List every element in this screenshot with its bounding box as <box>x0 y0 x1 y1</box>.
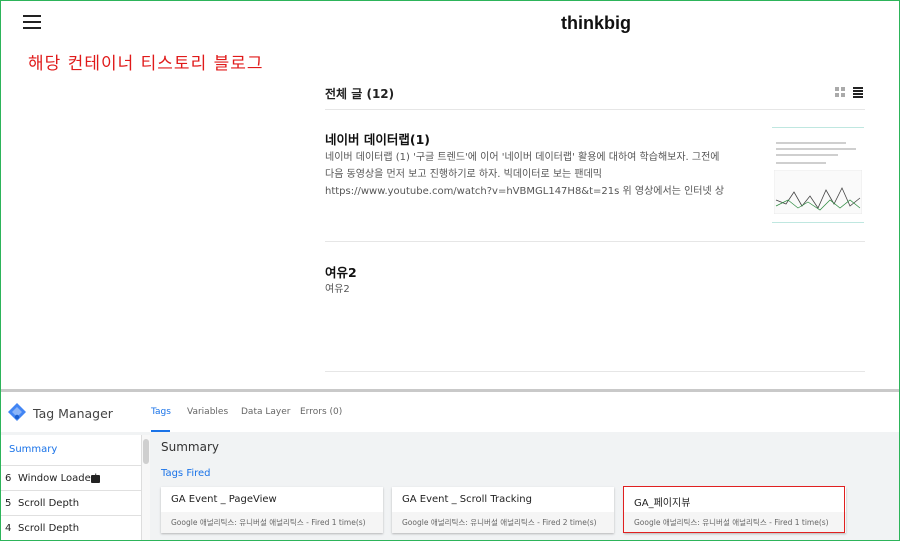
app-name: Tag Manager <box>33 406 113 421</box>
tag-card[interactable]: GA Event _ Scroll Tracking Google 애널리틱스:… <box>392 487 614 533</box>
post-title[interactable]: 네이버 데이터랩(1) <box>325 129 430 148</box>
event-summary-label: Summary <box>9 444 58 455</box>
tab-tags[interactable]: Tags <box>151 407 171 417</box>
post-excerpt[interactable]: 여유2 <box>325 281 725 298</box>
summary-title: Summary <box>161 440 219 454</box>
tab-errors[interactable]: Errors (0) <box>300 407 342 417</box>
tag-card-subtitle: Google 애널리틱스: 유니버설 애널리틱스 - Fired 2 time(… <box>402 518 597 527</box>
tag-card-subtitle: Google 애널리틱스: 유니버설 애널리틱스 - Fired 1 time(… <box>171 518 366 527</box>
post-excerpt[interactable]: 네이버 데이터랩 (1) '구글 트렌드'에 이어 '네이버 데이터랩' 활용에… <box>325 149 725 200</box>
list-view-icon[interactable] <box>853 87 863 98</box>
code-icon <box>91 475 100 483</box>
event-list: Summary 6 Window Loaded 5 Scroll Depth 4… <box>1 435 141 540</box>
event-summary-item[interactable]: Summary <box>1 435 141 465</box>
event-number: 6 <box>5 473 12 484</box>
event-item[interactable]: 6 Window Loaded <box>1 465 141 490</box>
annotation-text: 해당 컨테이너 티스토리 블로그 <box>28 54 264 74</box>
tag-card-title: GA Event _ PageView <box>171 494 277 505</box>
tag-card-title: GA Event _ Scroll Tracking <box>402 494 532 505</box>
event-name: Scroll Depth <box>18 523 80 534</box>
post-thumbnail[interactable] <box>772 127 864 223</box>
gtm-header: Tag Manager Tags Variables Data Layer Er… <box>1 392 899 432</box>
tags-fired-heading: Tags Fired <box>161 468 211 479</box>
divider <box>325 109 865 110</box>
event-item[interactable]: 5 Scroll Depth <box>1 490 141 515</box>
divider <box>325 371 865 372</box>
scrollbar[interactable] <box>141 435 150 540</box>
post-title[interactable]: 여유2 <box>325 262 357 281</box>
tab-data-layer[interactable]: Data Layer <box>241 407 290 417</box>
post-list-header: 전체 글 (12) <box>325 87 395 101</box>
blog-page: thinkbig 해당 컨테이너 티스토리 블로그 전체 글 (12) 네이버 … <box>1 1 899 389</box>
event-name: Scroll Depth <box>18 498 80 509</box>
screenshot-frame: thinkbig 해당 컨테이너 티스토리 블로그 전체 글 (12) 네이버 … <box>0 0 900 541</box>
event-number: 5 <box>5 498 12 509</box>
grid-view-icon[interactable] <box>835 87 845 97</box>
event-number: 4 <box>5 523 12 534</box>
highlight-box <box>623 486 845 533</box>
event-name: Window Loaded <box>18 473 98 484</box>
tab-variables[interactable]: Variables <box>187 407 228 417</box>
tag-card[interactable]: GA Event _ PageView Google 애널리틱스: 유니버설 애… <box>161 487 383 533</box>
divider <box>325 241 865 242</box>
tag-manager-logo-icon <box>8 403 26 421</box>
active-tab-indicator <box>151 430 170 432</box>
event-item[interactable]: 4 Scroll Depth <box>1 515 141 540</box>
site-title[interactable]: thinkbig <box>1 13 899 34</box>
